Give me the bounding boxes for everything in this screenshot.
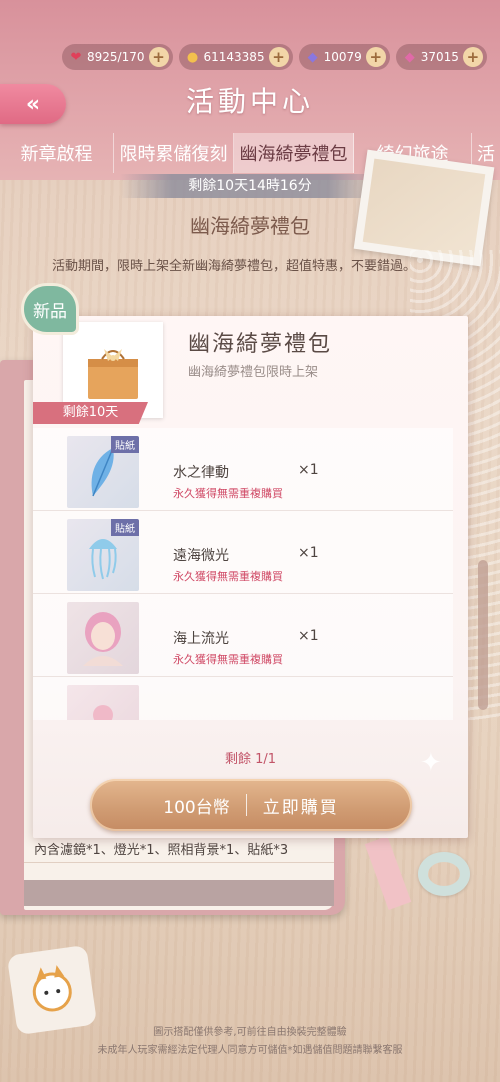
item-name: 海上流光 [173,631,229,647]
page-title: 活動中心 [185,85,314,118]
item-name: 水之律動 [173,465,229,481]
remaining-days-tag: 剩餘10天 [33,402,148,424]
section-title: 幽海綺夢禮包 [190,214,310,238]
footer-disclaimer: 圖示搭配僅供參考,可前往自由換裝完整體驗 未成年人玩家需經法定代理人同意方可儲值… [0,1024,500,1060]
item-name: 遠海微光 [173,548,229,564]
buy-action-label: 立即購買 [262,797,339,818]
pack-subtitle: 幽海綺夢禮包限時上架 [188,365,319,380]
tab-ocean-dream-pack[interactable]: 幽海綺夢禮包 [234,133,354,173]
notebook-contents-text: 內含濾鏡*1、燈光*1、照相背景*1、貼紙*3 [34,843,289,858]
add-hearts-button[interactable]: + [148,47,169,67]
item-category-tag: 貼紙 [111,519,139,536]
resource-pink-diamonds: ◆ 37015 + [395,44,487,70]
diamond-icon: ◆ [307,49,318,65]
resource-bar: ❤ 8925/170 + ● 61143385 + ◆ 10079 + ◆ 37… [62,44,487,70]
partial-item-icon [93,705,113,720]
tab-new-chapter[interactable]: 新章啟程 [0,133,114,173]
notebook-divider [24,862,334,863]
gift-bag-icon [88,349,138,399]
resource-diamonds: ◆ 10079 + [298,44,390,70]
item-quantity: ×1 [298,628,319,644]
list-item: 貼紙 水之律動 ×1 永久獲得無需重複購買 [33,428,453,511]
item-note: 永久獲得無需重複購買 [173,570,283,583]
decor-ribbon [364,836,412,910]
footer-line: 圖示搭配僅供參考,可前往自由換裝完整體驗 [153,1027,347,1038]
add-coins-button[interactable]: + [268,47,289,67]
new-badge: 新品 [21,283,79,335]
footer-line: 未成年人玩家需經法定代理人同意方可儲值*如遇儲值問題請聯繫客服 [97,1045,403,1056]
add-diamonds-button[interactable]: + [365,47,386,67]
pink-diamond-icon: ◆ [404,49,415,65]
buy-now-button[interactable]: 100台幣 立即購買 [90,779,412,831]
list-item: 海上流光 ×1 永久獲得無需重複購買 [33,594,453,677]
item-thumbnail[interactable]: 貼紙 [67,519,139,591]
item-note: 永久獲得無需重複購買 [173,653,283,666]
stock-remaining: 剩餘 1/1 [224,752,277,767]
resource-value: 61143385 [203,50,265,64]
resource-value: 37015 [420,50,459,64]
cat-coin-icon: ● [186,49,199,65]
resource-hearts: ❤ 8925/170 + [62,44,173,70]
item-thumbnail[interactable]: 貼紙 [67,436,139,508]
item-quantity: ×1 [298,545,319,561]
hairstyle-icon [83,612,123,666]
item-thumbnail[interactable] [67,602,139,674]
price-label: 100台幣 [163,797,230,818]
add-pink-diamonds-button[interactable]: + [462,47,483,67]
list-item: 貼紙 遠海微光 ×1 永久獲得無需重複購買 [33,511,453,594]
notebook-gray-bar [24,880,334,906]
sparkle-icon: ✦ [420,748,442,778]
item-category-tag: 貼紙 [111,436,139,453]
pack-item-list[interactable]: 貼紙 水之律動 ×1 永久獲得無需重複購買 貼紙 遠海微光 ×1 永久獲得無需重… [33,428,453,720]
tab-limited-recharge[interactable]: 限時累儲復刻 [114,133,234,173]
resource-value: 8925/170 [87,50,145,64]
heart-icon: ❤ [70,49,82,65]
resource-coins: ● 61143385 + [178,44,293,70]
event-countdown: 剩餘10天14時16分 [120,174,380,198]
decor-tape-roll [418,852,470,896]
cat-icon [32,965,72,1012]
decor-photo-frame [353,149,495,267]
resource-value: 10079 [323,50,362,64]
list-item [33,677,453,720]
item-thumbnail[interactable] [67,685,139,720]
item-quantity: ×1 [298,462,319,478]
scroll-indicator[interactable] [478,560,488,710]
pack-title: 幽海綺夢禮包 [188,332,333,357]
event-description: 活動期間，限時上架全新幽海綺夢禮包，超值特惠，不要錯過。 [52,259,417,274]
item-note: 永久獲得無需重複購買 [173,487,283,500]
button-divider [245,794,247,816]
decor-cat-sticker [6,944,98,1036]
